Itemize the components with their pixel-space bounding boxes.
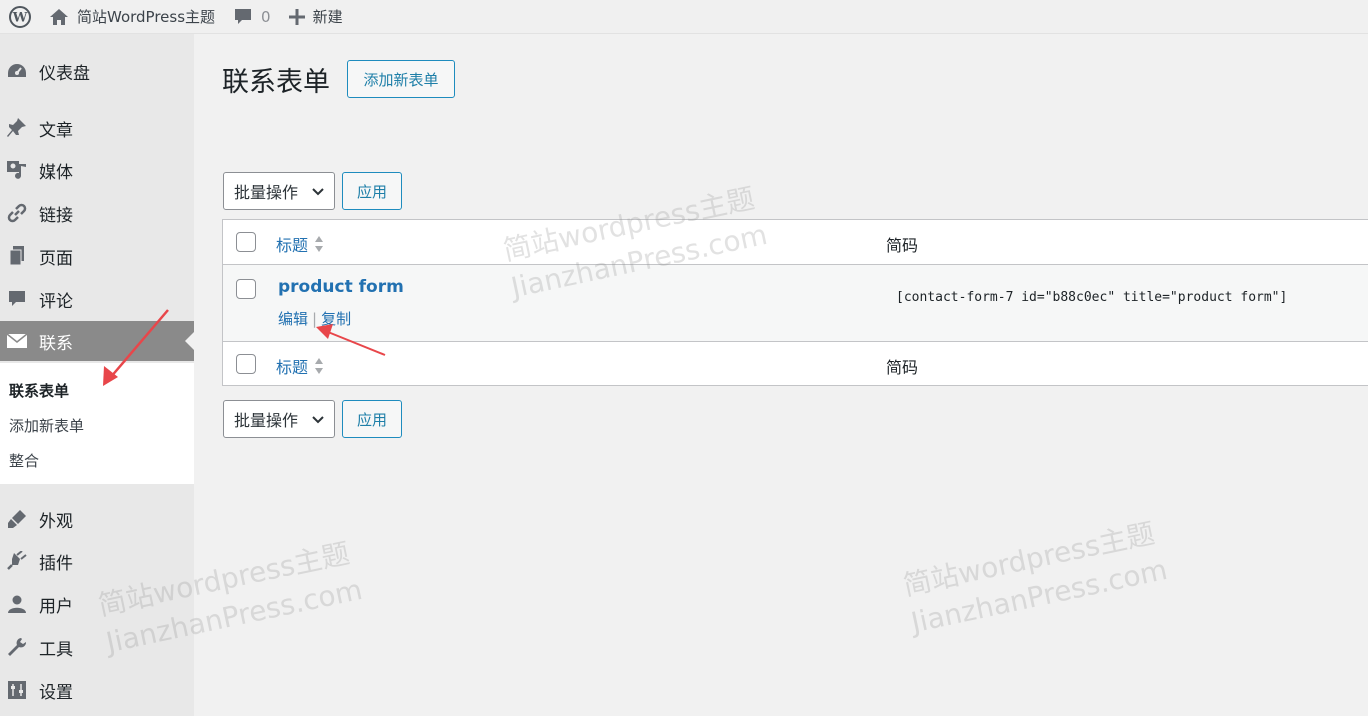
duplicate-link[interactable]: 复制 <box>321 310 351 328</box>
menu-posts[interactable]: 文章 <box>0 108 194 148</box>
table-footer: 标题 简码 <box>223 341 1368 386</box>
link-icon <box>0 193 34 233</box>
shortcode-value: [contact-form-7 id="b88c0ec" title="prod… <box>896 290 1288 305</box>
pin-icon <box>0 108 34 148</box>
menu-label: 评论 <box>39 291 73 312</box>
comments-count: 0 <box>261 7 271 26</box>
menu-label: 插件 <box>39 553 73 574</box>
submenu-contact-forms[interactable]: 联系表单 <box>9 380 69 401</box>
chevron-down-icon <box>312 416 324 424</box>
menu-label: 仪表盘 <box>39 63 90 84</box>
menu-label: 联系 <box>39 333 73 354</box>
contact-submenu: 联系表单 添加新表单 整合 <box>0 363 194 484</box>
home-icon <box>50 8 68 25</box>
forms-table: 标题 简码 product form 编辑 | 复制 [contact-form-7… <box>222 219 1368 386</box>
admin-sidebar: 仪表盘 文章 媒体 链接 页面 评论 联系 联系表单 添加新表单 整合 外观 插… <box>0 34 194 716</box>
plus-icon <box>288 8 305 25</box>
edit-link[interactable]: 编辑 <box>278 310 308 328</box>
shortcode-column-footer: 简码 <box>886 358 919 377</box>
main-content: 联系表单 添加新表单 批量操作 应用 标题 简码 product form 编辑… <box>194 34 1368 716</box>
menu-users[interactable]: 用户 <box>0 584 194 624</box>
row-actions: 编辑 | 复制 <box>278 308 351 329</box>
settings-icon <box>0 670 34 710</box>
active-indicator <box>185 332 194 350</box>
table-header: 标题 简码 <box>223 220 1368 265</box>
site-name-link[interactable]: 简站WordPress主题 <box>40 0 224 34</box>
wrench-icon <box>0 627 34 667</box>
comment-icon <box>0 279 34 319</box>
bulk-action-label: 批量操作 <box>234 411 299 430</box>
menu-dashboard[interactable]: 仪表盘 <box>0 51 194 91</box>
menu-label: 用户 <box>39 596 73 617</box>
sort-icon <box>315 358 324 374</box>
new-content-link[interactable]: 新建 <box>280 0 352 34</box>
sort-icon <box>315 236 324 252</box>
menu-pages[interactable]: 页面 <box>0 236 194 276</box>
page-icon <box>0 236 34 276</box>
title-column-header[interactable]: 标题 <box>276 232 324 256</box>
new-label: 新建 <box>312 8 343 26</box>
apply-button-bottom[interactable]: 应用 <box>342 400 402 438</box>
menu-label: 外观 <box>39 511 73 532</box>
submenu-integration[interactable]: 整合 <box>9 450 39 471</box>
admin-bar: W 简站WordPress主题 0 新建 <box>0 0 1368 34</box>
bulk-action-select-bottom[interactable]: 批量操作 <box>223 400 335 438</box>
title-footer-label: 标题 <box>276 358 309 377</box>
wordpress-logo-icon[interactable]: W <box>0 0 40 34</box>
menu-contact[interactable]: 联系 <box>0 321 194 361</box>
menu-comments[interactable]: 评论 <box>0 279 194 319</box>
comments-link[interactable]: 0 <box>224 0 280 34</box>
bulk-action-select-top[interactable]: 批量操作 <box>223 172 335 210</box>
svg-text:W: W <box>12 10 28 25</box>
menu-label: 页面 <box>39 248 73 269</box>
menu-label: 文章 <box>39 120 73 141</box>
title-column-footer[interactable]: 标题 <box>276 354 324 378</box>
user-icon <box>0 584 34 624</box>
add-new-form-button[interactable]: 添加新表单 <box>347 60 455 98</box>
select-all-checkbox-footer[interactable] <box>236 354 256 374</box>
menu-label: 链接 <box>39 205 73 226</box>
menu-settings[interactable]: 设置 <box>0 670 194 710</box>
plugin-icon <box>0 541 34 581</box>
menu-links[interactable]: 链接 <box>0 193 194 233</box>
brush-icon <box>0 499 34 539</box>
comment-bubble-icon <box>235 8 252 24</box>
media-icon <box>0 150 34 190</box>
menu-media[interactable]: 媒体 <box>0 150 194 190</box>
page-title: 联系表单 <box>222 67 330 98</box>
select-all-checkbox[interactable] <box>236 232 256 252</box>
menu-label: 工具 <box>39 639 73 660</box>
site-name: 简站WordPress主题 <box>77 8 216 26</box>
menu-appearance[interactable]: 外观 <box>0 499 194 539</box>
table-row: product form 编辑 | 复制 [contact-form-7 id="b… <box>223 265 1368 341</box>
menu-label: 媒体 <box>39 162 73 183</box>
dashboard-icon <box>0 51 34 91</box>
submenu-add-new-form[interactable]: 添加新表单 <box>9 415 84 436</box>
bulk-action-label: 批量操作 <box>234 183 299 202</box>
action-separator: | <box>312 310 318 328</box>
mail-icon <box>0 321 34 361</box>
menu-plugins[interactable]: 插件 <box>0 541 194 581</box>
form-title-link[interactable]: product form <box>278 277 404 297</box>
menu-label: 设置 <box>39 682 73 703</box>
shortcode-column-header: 简码 <box>886 236 919 255</box>
title-header-label: 标题 <box>276 236 309 255</box>
menu-tools[interactable]: 工具 <box>0 627 194 667</box>
row-checkbox[interactable] <box>236 279 256 299</box>
apply-button-top[interactable]: 应用 <box>342 172 402 210</box>
chevron-down-icon <box>312 188 324 196</box>
